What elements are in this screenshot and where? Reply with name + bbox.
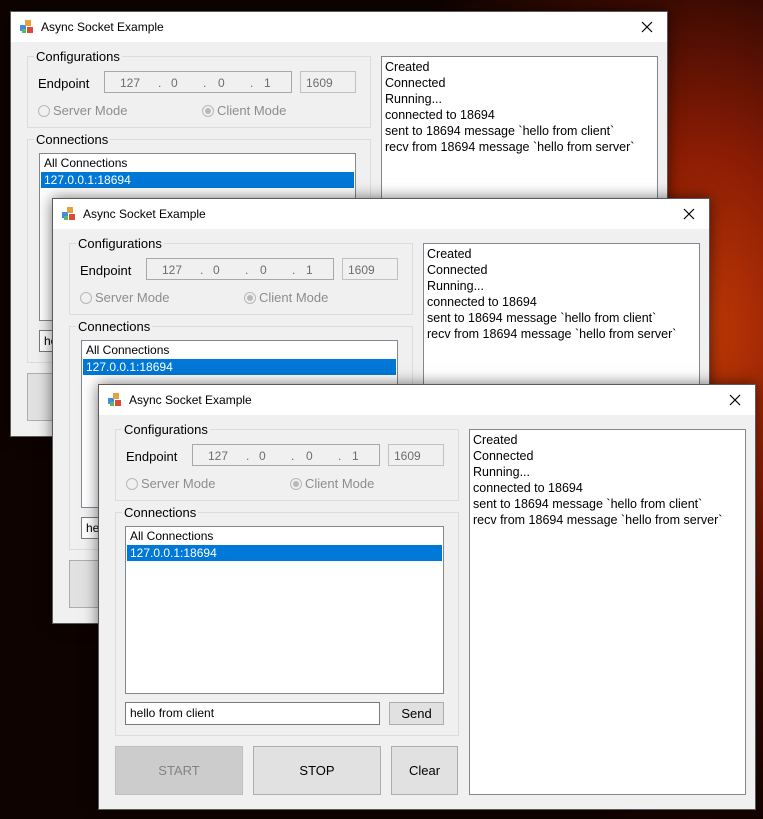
- list-item[interactable]: All Connections: [83, 342, 396, 358]
- log-line: Connected: [427, 263, 488, 277]
- port-field[interactable]: 1609: [388, 444, 444, 466]
- client-mode-radio[interactable]: Client Mode: [244, 290, 328, 305]
- ip-octet-3[interactable]: 0: [306, 449, 313, 463]
- log-line: Created: [385, 60, 430, 74]
- ip-octet-2[interactable]: 0: [213, 263, 220, 277]
- configurations-group: Configurations Endpoint 127 . 0 . 0 . 1 …: [69, 236, 413, 315]
- ip-address-field[interactable]: 127 . 0 . 0 . 1: [146, 258, 334, 280]
- list-item-selected[interactable]: 127.0.0.1:18694: [83, 359, 396, 375]
- log-line: sent to 18694 message `hello from client…: [427, 311, 657, 325]
- endpoint-label: Endpoint: [80, 263, 132, 278]
- configurations-label: Configurations: [122, 422, 210, 437]
- app-icon: [108, 393, 121, 406]
- log-line: sent to 18694 message `hello from client…: [385, 124, 615, 138]
- close-icon: [729, 394, 741, 406]
- log-line: Running...: [427, 279, 484, 293]
- ip-octet-2[interactable]: 0: [171, 76, 178, 90]
- port-field[interactable]: 1609: [300, 71, 356, 93]
- title-bar[interactable]: Async Socket Example: [99, 385, 755, 415]
- close-icon: [641, 21, 653, 33]
- title-bar[interactable]: Async Socket Example: [53, 199, 709, 229]
- ip-octet-1[interactable]: 127: [120, 76, 140, 90]
- endpoint-label: Endpoint: [126, 449, 178, 464]
- log-line: connected to 18694: [427, 295, 537, 309]
- window-title: Async Socket Example: [41, 20, 164, 34]
- list-item[interactable]: All Connections: [127, 528, 442, 544]
- list-item-selected[interactable]: 127.0.0.1:18694: [41, 172, 354, 188]
- clear-button[interactable]: Clear: [391, 746, 458, 795]
- start-button[interactable]: START: [115, 746, 243, 795]
- ip-octet-3[interactable]: 0: [218, 76, 225, 90]
- ip-octet-4[interactable]: 1: [306, 263, 313, 277]
- log-line: sent to 18694 message `hello from client…: [473, 497, 703, 511]
- client-mode-label: Client Mode: [259, 290, 329, 305]
- ip-octet-1[interactable]: 127: [208, 449, 228, 463]
- log-line: Connected: [473, 449, 534, 463]
- list-item[interactable]: All Connections: [41, 155, 354, 171]
- configurations-group: Configurations Endpoint 127 . 0 . 0 . 1 …: [27, 49, 371, 128]
- list-item-selected[interactable]: 127.0.0.1:18694: [127, 545, 442, 561]
- window-title: Async Socket Example: [83, 207, 206, 221]
- ip-address-field[interactable]: 127 . 0 . 0 . 1: [104, 71, 292, 93]
- log-output[interactable]: Created Connected Running... connected t…: [469, 429, 746, 795]
- log-line: recv from 18694 message `hello from serv…: [473, 513, 723, 527]
- title-bar[interactable]: Async Socket Example: [11, 12, 667, 42]
- client-mode-radio[interactable]: Client Mode: [290, 476, 374, 491]
- ip-octet-3[interactable]: 0: [260, 263, 267, 277]
- server-mode-radio[interactable]: Server Mode: [80, 290, 169, 305]
- radio-icon: [80, 291, 92, 304]
- connections-group: Connections All Connections 127.0.0.1:18…: [115, 505, 459, 736]
- connections-label: Connections: [34, 132, 111, 147]
- connections-label: Connections: [76, 319, 153, 334]
- log-line: Created: [473, 433, 518, 447]
- log-line: recv from 18694 message `hello from serv…: [427, 327, 677, 341]
- configurations-label: Configurations: [76, 236, 164, 251]
- close-button[interactable]: [627, 12, 667, 42]
- client-mode-label: Client Mode: [305, 476, 375, 491]
- close-icon: [683, 208, 695, 220]
- message-input[interactable]: hello from client: [125, 702, 380, 725]
- radio-selected-icon: [202, 104, 214, 117]
- log-line: connected to 18694: [473, 481, 583, 495]
- server-mode-radio[interactable]: Server Mode: [126, 476, 215, 491]
- radio-selected-icon: [290, 477, 302, 490]
- configurations-group: Configurations Endpoint 127 . 0 . 0 . 1 …: [115, 422, 459, 501]
- log-line: Created: [427, 247, 472, 261]
- log-line: recv from 18694 message `hello from serv…: [385, 140, 635, 154]
- port-field[interactable]: 1609: [342, 258, 398, 280]
- window-front[interactable]: Async Socket Example Configurations Endp…: [98, 384, 756, 810]
- server-mode-label: Server Mode: [141, 476, 216, 491]
- ip-address-field[interactable]: 127 . 0 . 0 . 1: [192, 444, 380, 466]
- radio-icon: [38, 104, 50, 117]
- log-line: Connected: [385, 76, 446, 90]
- ip-octet-4[interactable]: 1: [264, 76, 271, 90]
- configurations-label: Configurations: [34, 49, 122, 64]
- server-mode-radio[interactable]: Server Mode: [38, 103, 127, 118]
- window-title: Async Socket Example: [129, 393, 252, 407]
- endpoint-label: Endpoint: [38, 76, 90, 91]
- log-line: Running...: [473, 465, 530, 479]
- radio-selected-icon: [244, 291, 256, 304]
- client-mode-radio[interactable]: Client Mode: [202, 103, 286, 118]
- log-line: connected to 18694: [385, 108, 495, 122]
- ip-octet-1[interactable]: 127: [162, 263, 182, 277]
- send-button[interactable]: Send: [389, 702, 444, 725]
- log-line: Running...: [385, 92, 442, 106]
- close-button[interactable]: [669, 199, 709, 229]
- stop-button[interactable]: STOP: [253, 746, 381, 795]
- connections-label: Connections: [122, 505, 199, 520]
- app-icon: [62, 207, 75, 220]
- close-button[interactable]: [715, 385, 755, 415]
- connections-list[interactable]: All Connections 127.0.0.1:18694: [125, 526, 444, 694]
- ip-octet-4[interactable]: 1: [352, 449, 359, 463]
- client-mode-label: Client Mode: [217, 103, 287, 118]
- radio-icon: [126, 477, 138, 490]
- server-mode-label: Server Mode: [53, 103, 128, 118]
- app-icon: [20, 20, 33, 33]
- server-mode-label: Server Mode: [95, 290, 170, 305]
- ip-octet-2[interactable]: 0: [259, 449, 266, 463]
